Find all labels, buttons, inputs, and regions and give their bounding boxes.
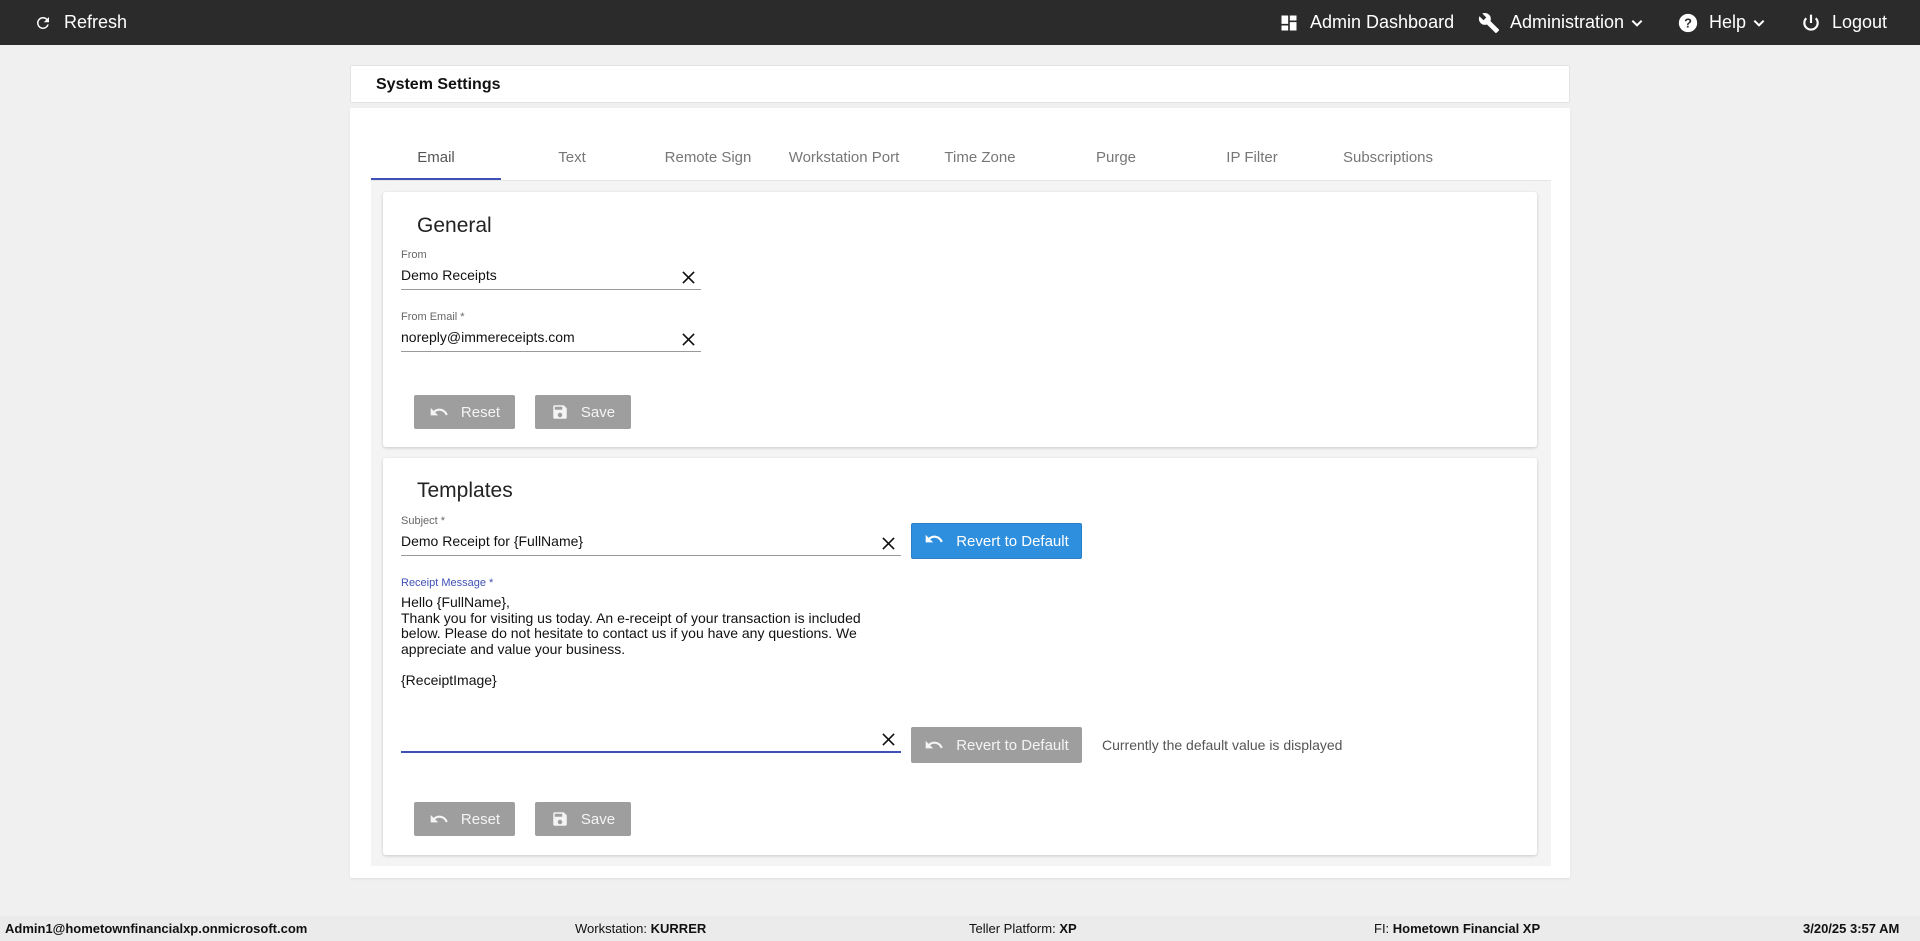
subject-label: Subject * [401, 515, 446, 527]
clear-icon[interactable] [879, 534, 897, 552]
undo-icon [429, 404, 449, 420]
tab-workstation-port[interactable]: Workstation Port [779, 133, 909, 181]
undo-icon [924, 531, 944, 551]
logout-label: Logout [1832, 12, 1888, 32]
teller-platform-value: XP [1059, 921, 1077, 936]
receipt-message-field[interactable]: Receipt Message * Hello {FullName}, Than… [401, 577, 901, 762]
chevron-down-icon [1752, 16, 1766, 30]
logout-button[interactable]: Logout [1800, 0, 1887, 45]
receipt-message-label: Receipt Message * [401, 577, 494, 589]
subject-input[interactable]: Demo Receipt for {FullName} [401, 533, 583, 549]
reset-button[interactable]: Reset [414, 802, 515, 836]
templates-panel: Templates Subject * Demo Receipt for {Fu… [383, 458, 1537, 855]
undo-icon [924, 737, 944, 753]
tab-purge[interactable]: Purge [1051, 133, 1181, 181]
from-label: From [401, 249, 427, 261]
receipt-message-textarea[interactable]: Hello {FullName}, Thank you for visiting… [401, 594, 871, 689]
receipt-message-underline [401, 751, 901, 753]
workstation-info: Workstation: KURRER [575, 921, 706, 936]
from-email-field[interactable]: From Email * noreply@immereceipts.com [401, 311, 701, 356]
revert-message-button[interactable]: Revert to Default [911, 727, 1082, 763]
reset-label: Reset [460, 403, 501, 421]
administration-label: Administration [1510, 12, 1625, 32]
wrench-icon [1478, 12, 1500, 34]
clear-icon[interactable] [679, 268, 697, 286]
revert-label: Revert to Default [956, 532, 1069, 550]
page-header: System Settings [350, 65, 1570, 103]
default-value-hint: Currently the default value is displayed [1102, 737, 1343, 753]
page-title: System Settings [376, 76, 501, 93]
teller-platform-info: Teller Platform: XP [969, 921, 1077, 936]
from-field[interactable]: From Demo Receipts [401, 249, 701, 294]
power-icon [1800, 12, 1822, 34]
refresh-icon [32, 12, 54, 34]
save-label: Save [580, 403, 616, 421]
save-icon [551, 403, 569, 421]
admin-dashboard-label: Admin Dashboard [1310, 12, 1455, 32]
clear-icon[interactable] [879, 730, 897, 748]
active-tab-indicator [371, 178, 501, 180]
fi-info: FI: Hometown Financial XP [1374, 921, 1540, 936]
revert-label: Revert to Default [956, 736, 1069, 754]
settings-tabs: Email Text Remote Sign Workstation Port … [371, 133, 1551, 181]
general-title: General [417, 214, 492, 237]
tab-remote-sign[interactable]: Remote Sign [643, 133, 773, 181]
svg-text:?: ? [1684, 15, 1692, 30]
status-bar: Admin1@hometownfinancialxp.onmicrosoft.c… [0, 916, 1920, 941]
subject-underline [401, 555, 901, 556]
from-input[interactable]: Demo Receipts [401, 267, 497, 283]
save-button[interactable]: Save [535, 395, 631, 429]
tab-email[interactable]: Email [371, 133, 501, 181]
save-button[interactable]: Save [535, 802, 631, 836]
reset-label: Reset [460, 810, 501, 828]
admin-dashboard-link[interactable]: Admin Dashboard [1278, 0, 1454, 45]
user-account: Admin1@hometownfinancialxp.onmicrosoft.c… [5, 921, 307, 936]
tab-ip-filter[interactable]: IP Filter [1187, 133, 1317, 181]
fi-value: Hometown Financial XP [1392, 921, 1541, 936]
from-email-input[interactable]: noreply@immereceipts.com [401, 329, 575, 345]
from-email-label: From Email * [401, 311, 465, 323]
tab-time-zone[interactable]: Time Zone [915, 133, 1045, 181]
teller-platform-label: Teller Platform: [969, 921, 1056, 936]
save-icon [551, 810, 569, 828]
help-menu[interactable]: ? Help [1677, 0, 1766, 45]
tab-text[interactable]: Text [507, 133, 637, 181]
top-navigation-bar: Refresh Admin Dashboard Administration ?… [0, 0, 1920, 45]
undo-icon [429, 811, 449, 827]
clear-icon[interactable] [679, 330, 697, 348]
help-label: Help [1709, 12, 1747, 32]
from-email-underline [401, 351, 701, 352]
user-email: Admin1@hometownfinancialxp.onmicrosoft.c… [5, 921, 308, 936]
refresh-label: Refresh [64, 12, 128, 32]
datetime: 3/20/25 3:57 AM [1803, 921, 1899, 936]
templates-title: Templates [417, 479, 513, 502]
dashboard-icon [1278, 12, 1300, 34]
datetime-value: 3/20/25 3:57 AM [1803, 921, 1900, 936]
save-label: Save [580, 810, 616, 828]
general-panel: General From Demo Receipts From Email * … [383, 192, 1537, 447]
refresh-button[interactable]: Refresh [32, 0, 127, 45]
from-underline [401, 289, 701, 290]
subject-field[interactable]: Subject * Demo Receipt for {FullName} [401, 515, 901, 560]
chevron-down-icon [1630, 16, 1644, 30]
workstation-label: Workstation: [575, 921, 648, 936]
fi-label: FI: [1374, 921, 1390, 936]
reset-button[interactable]: Reset [414, 395, 515, 429]
tab-subscriptions[interactable]: Subscriptions [1323, 133, 1453, 181]
administration-menu[interactable]: Administration [1478, 0, 1644, 45]
help-icon: ? [1677, 12, 1699, 34]
workstation-value: KURRER [650, 921, 707, 936]
revert-subject-button[interactable]: Revert to Default [911, 523, 1082, 559]
